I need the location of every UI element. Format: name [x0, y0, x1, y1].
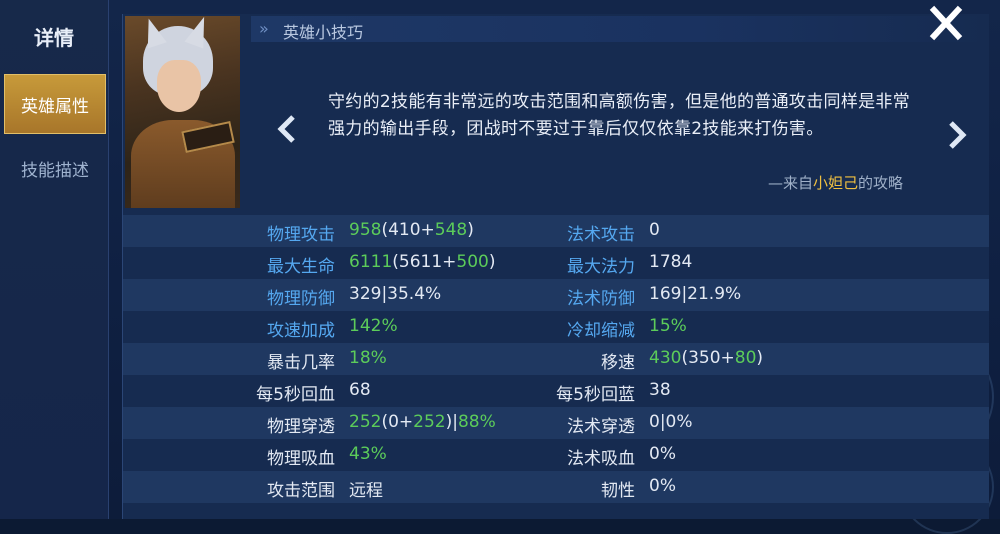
attribute-label: 攻击范围 — [267, 481, 335, 501]
value-segment: 15% — [649, 316, 687, 336]
attribute-value: 0|0% — [649, 412, 693, 432]
value-segment: ) — [467, 220, 474, 240]
attribute-label: 冷却缩减 — [567, 321, 635, 341]
tab-skill-description[interactable]: 技能描述 — [4, 138, 106, 198]
attribute-row: 物理防御 329|35.4% 法术防御 169|21.9% — [123, 279, 989, 311]
attribute-value: 远程 — [349, 476, 383, 501]
source-suffix: 的攻略 — [858, 174, 904, 192]
value-segment: ) — [488, 252, 496, 272]
attribute-label: 物理穿透 — [267, 417, 335, 437]
attribute-value: 329|35.4% — [349, 284, 441, 304]
value-segment: 142% — [349, 316, 398, 336]
value-segment: 0 — [649, 220, 660, 240]
attribute-label: 最大法力 — [567, 257, 635, 277]
value-segment: (410+ — [381, 220, 435, 240]
attribute-label: 韧性 — [601, 481, 635, 501]
value-segment: 252 — [413, 412, 446, 432]
value-segment: 252 — [349, 412, 382, 432]
attribute-value: 430(350+80) — [649, 348, 763, 368]
attribute-label: 物理攻击 — [267, 225, 335, 245]
value-segment: 500 — [456, 252, 489, 272]
attribute-value: 43% — [349, 444, 387, 464]
attribute-value: 958(410+548) — [349, 220, 474, 240]
value-segment: 18% — [349, 348, 387, 368]
hero-detail-window: 详情 英雄属性 技能描述 » 英雄小技巧 守约的2技能有非常远的攻击范围和高额伤… — [0, 0, 1000, 534]
value-segment: (5611+ — [392, 252, 457, 272]
attribute-table: 物理攻击 958(410+548) 法术攻击 0 最大生命 6111(5611+500) 最… — [123, 215, 989, 503]
attribute-value: 18% — [349, 348, 387, 368]
value-segment: 68 — [349, 380, 371, 400]
value-segment: 6111 — [349, 252, 393, 272]
value-segment: )| — [445, 412, 458, 432]
attribute-value: 0% — [649, 444, 676, 464]
attribute-value: 6111(5611+500) — [349, 252, 496, 272]
value-segment: 43% — [349, 444, 387, 464]
value-segment: (350+ — [681, 348, 735, 368]
value-segment: 80 — [734, 348, 757, 368]
close-icon — [929, 5, 963, 41]
attribute-row: 攻击范围 远程 韧性 0% — [123, 471, 989, 503]
detail-panel: » 英雄小技巧 守约的2技能有非常远的攻击范围和高额伤害，但是他的普通攻击同样是… — [122, 14, 989, 519]
tab-hero-attributes[interactable]: 英雄属性 — [4, 74, 106, 134]
chevron-left-icon[interactable] — [275, 114, 299, 144]
tips-title: 英雄小技巧 — [283, 23, 364, 42]
attribute-label: 最大生命 — [267, 257, 335, 277]
attribute-row: 攻速加成 142% 冷却缩减 15% — [123, 311, 989, 343]
attribute-value: 0% — [649, 476, 676, 496]
value-segment: 169|21.9% — [649, 284, 742, 304]
close-button[interactable] — [922, 2, 970, 46]
attribute-label: 攻速加成 — [267, 321, 335, 341]
value-segment: 329|35.4% — [349, 284, 442, 304]
attribute-value: 15% — [649, 316, 687, 336]
double-chevron-icon: » — [259, 19, 269, 38]
value-segment: 430 — [649, 348, 682, 368]
attribute-value: 38 — [649, 380, 671, 400]
attribute-value: 169|21.9% — [649, 284, 741, 304]
attribute-label: 法术攻击 — [567, 225, 635, 245]
value-segment: 38 — [649, 380, 671, 400]
attribute-label: 法术防御 — [567, 289, 635, 309]
source-author[interactable]: 小妲己 — [813, 174, 858, 192]
attribute-label: 暴击几率 — [267, 353, 335, 373]
attribute-value: 1784 — [649, 252, 692, 272]
value-segment: (0+ — [381, 412, 414, 432]
tip-text: 守约的2技能有非常远的攻击范围和高额伤害，但是他的普通攻击同样是非常强力的输出手… — [328, 92, 911, 139]
attribute-label: 法术穿透 — [567, 417, 635, 437]
value-segment: 0% — [649, 444, 676, 464]
attribute-value: 142% — [349, 316, 398, 336]
tip-source: —来自小妲己的攻略 — [768, 172, 903, 193]
hero-portrait — [125, 16, 240, 208]
value-segment: 958 — [349, 220, 382, 240]
attribute-row: 物理吸血 43% 法术吸血 0% — [123, 439, 989, 471]
value-segment: 548 — [434, 220, 468, 240]
value-segment: ) — [756, 348, 764, 368]
attribute-row: 最大生命 6111(5611+500) 最大法力 1784 — [123, 247, 989, 279]
attribute-value: 68 — [349, 380, 371, 400]
tips-header: » 英雄小技巧 — [251, 16, 989, 42]
attribute-row: 暴击几率 18% 移速 430(350+80) — [123, 343, 989, 375]
value-segment: 0|0% — [649, 412, 693, 432]
value-segment: 88% — [457, 412, 496, 432]
value-segment: 远程 — [349, 481, 383, 501]
chevron-right-icon[interactable] — [945, 120, 969, 150]
attribute-label: 法术吸血 — [567, 449, 635, 469]
attribute-value: 252(0+252)|88% — [349, 412, 496, 432]
value-segment: 1784 — [649, 252, 693, 272]
sidebar-title: 详情 — [34, 26, 74, 50]
attribute-label: 移速 — [601, 353, 635, 373]
attribute-row: 每5秒回血 68 每5秒回蓝 38 — [123, 375, 989, 407]
attribute-label: 物理防御 — [267, 289, 335, 309]
attribute-label: 每5秒回蓝 — [556, 385, 635, 405]
attribute-row: 物理穿透 252(0+252)|88% 法术穿透 0|0% — [123, 407, 989, 439]
value-segment: 0% — [649, 476, 676, 496]
attribute-label: 每5秒回血 — [256, 385, 335, 405]
attribute-label: 物理吸血 — [267, 449, 335, 469]
sidebar: 详情 英雄属性 技能描述 — [0, 0, 109, 519]
attribute-row: 物理攻击 958(410+548) 法术攻击 0 — [123, 215, 989, 247]
attribute-value: 0 — [649, 220, 660, 240]
source-prefix: —来自 — [768, 174, 814, 192]
